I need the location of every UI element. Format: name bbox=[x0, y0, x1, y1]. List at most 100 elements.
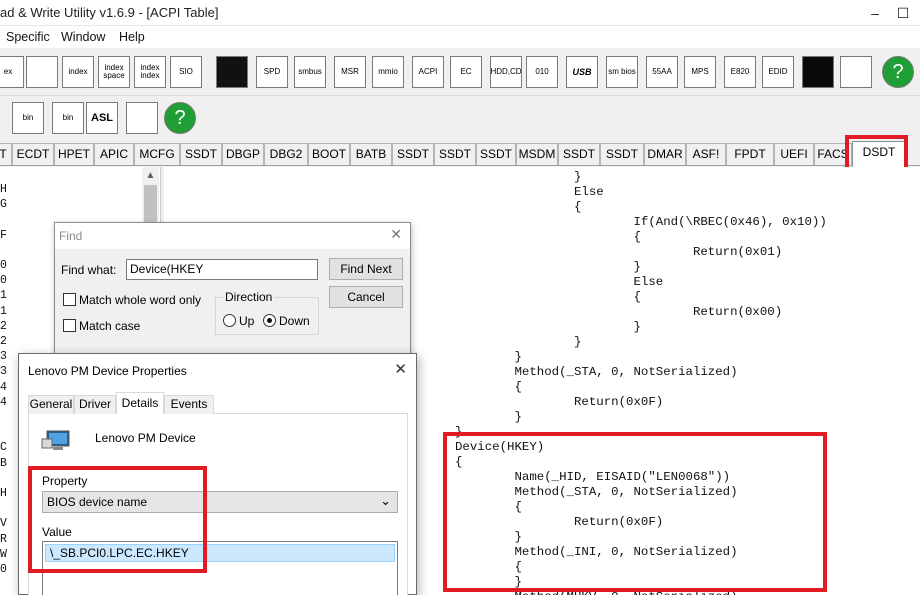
msr-icon[interactable]: MSR bbox=[334, 56, 366, 88]
table-list-item[interactable]: F bbox=[0, 229, 7, 242]
e820-icon[interactable]: E820 bbox=[724, 56, 756, 88]
waveform-icon[interactable] bbox=[216, 56, 248, 88]
menu-window[interactable]: Window bbox=[61, 30, 105, 44]
table-list-item[interactable]: 3 bbox=[0, 350, 7, 363]
tab-details[interactable]: Details bbox=[116, 392, 164, 415]
match-whole-word-checkbox[interactable] bbox=[63, 293, 76, 306]
tab-dmar-16[interactable]: DMAR bbox=[644, 143, 686, 165]
properties-close-icon[interactable]: ✕ bbox=[394, 360, 407, 378]
memory-caption: ex bbox=[3, 67, 13, 76]
table-list-item[interactable]: 2 bbox=[0, 335, 7, 348]
index-space-icon[interactable]: index space bbox=[98, 56, 130, 88]
tab-ssdt-12[interactable]: SSDT bbox=[476, 143, 516, 165]
help-icon[interactable]: ? bbox=[164, 102, 196, 134]
memory-icon[interactable]: ex bbox=[0, 56, 24, 88]
smbios-icon[interactable]: sm bios bbox=[606, 56, 638, 88]
binoculars-icon[interactable] bbox=[126, 102, 158, 134]
find-close-icon[interactable]: ✕ bbox=[390, 226, 402, 243]
table-list-item[interactable]: H bbox=[0, 183, 7, 196]
table-list-item[interactable]: 4 bbox=[0, 381, 7, 394]
tab-ssdt-5[interactable]: SSDT bbox=[180, 143, 222, 165]
table-list-item[interactable]: W bbox=[0, 548, 7, 561]
menu-help[interactable]: Help bbox=[119, 30, 145, 44]
e820-caption: E820 bbox=[730, 67, 750, 76]
table-list-item[interactable]: C bbox=[0, 441, 7, 454]
table-list-item[interactable]: V bbox=[0, 517, 7, 530]
switch-icon[interactable] bbox=[840, 56, 872, 88]
tab-mcfg-4[interactable]: MCFG bbox=[134, 143, 180, 165]
tab-events[interactable]: Events bbox=[164, 395, 214, 414]
table-list-item[interactable]: 0 bbox=[0, 259, 7, 272]
tab-ecdt-1[interactable]: ECDT bbox=[12, 143, 54, 165]
tab-dbgp-6[interactable]: DBGP bbox=[222, 143, 264, 165]
edid-icon[interactable]: EDID bbox=[762, 56, 794, 88]
tab-fpdt-18[interactable]: FPDT bbox=[726, 143, 774, 165]
tab-apic-3[interactable]: APIC bbox=[94, 143, 134, 165]
tab-facs-20[interactable]: FACS bbox=[814, 143, 852, 165]
index-icon[interactable]: index index bbox=[134, 56, 166, 88]
bin-save-icon[interactable]: bin bbox=[12, 102, 44, 134]
table-list-item[interactable]: 2 bbox=[0, 320, 7, 333]
ec-icon[interactable]: EC bbox=[450, 56, 482, 88]
tab-t-0[interactable]: T bbox=[0, 143, 12, 165]
55aa-icon[interactable]: 55AA bbox=[646, 56, 678, 88]
tab-ssdt-11[interactable]: SSDT bbox=[434, 143, 476, 165]
value-list-item[interactable]: \_SB.PCI0.LPC.EC.HKEY bbox=[45, 544, 395, 562]
code-line: } bbox=[455, 425, 463, 439]
mps-icon[interactable]: MPS bbox=[684, 56, 716, 88]
index-icon[interactable]: index bbox=[62, 56, 94, 88]
mmio-icon[interactable]: mmio bbox=[372, 56, 404, 88]
tab-driver[interactable]: Driver bbox=[74, 395, 116, 414]
tab-boot-8[interactable]: BOOT bbox=[308, 143, 350, 165]
table-list-item[interactable]: R bbox=[0, 533, 7, 546]
tab-ssdt-14[interactable]: SSDT bbox=[558, 143, 600, 165]
table-list-item[interactable]: 0 bbox=[0, 274, 7, 287]
hdd-caption: HDD,CD bbox=[490, 67, 522, 76]
bin-save-caption: bin bbox=[22, 113, 34, 122]
spd-icon[interactable]: SPD bbox=[256, 56, 288, 88]
memory-module-icon[interactable] bbox=[26, 56, 58, 88]
asl-icon[interactable]: ASL bbox=[86, 102, 118, 134]
table-list-item[interactable]: 1 bbox=[0, 305, 7, 318]
tab-uefi-19[interactable]: UEFI bbox=[774, 143, 814, 165]
acpi-icon[interactable]: ACPI bbox=[412, 56, 444, 88]
tab-general[interactable]: General bbox=[28, 395, 74, 414]
table-list-item[interactable]: 4 bbox=[0, 396, 7, 409]
match-case-checkbox[interactable] bbox=[63, 319, 76, 332]
smbus-icon[interactable]: smbus bbox=[294, 56, 326, 88]
terminal-icon[interactable] bbox=[802, 56, 834, 88]
find-cancel-button[interactable]: Cancel bbox=[329, 286, 403, 308]
table-list-item[interactable]: 3 bbox=[0, 365, 7, 378]
direction-up-radio[interactable] bbox=[223, 314, 236, 327]
usb-icon[interactable]: USB bbox=[566, 56, 598, 88]
property-select[interactable]: BIOS device name ⌄ bbox=[42, 491, 398, 513]
disk-icon[interactable]: 010 bbox=[526, 56, 558, 88]
hdd-icon[interactable]: HDD,CD bbox=[490, 56, 522, 88]
tab-batb-9[interactable]: BATB bbox=[350, 143, 392, 165]
maximize-button[interactable]: ☐ bbox=[880, 0, 920, 26]
spd-caption: SPD bbox=[263, 67, 281, 76]
direction-down-radio[interactable] bbox=[263, 314, 276, 327]
tab-asf-17[interactable]: ASF! bbox=[686, 143, 726, 165]
table-list-item[interactable]: 0 bbox=[0, 563, 7, 576]
find-next-button[interactable]: Find Next bbox=[329, 258, 403, 280]
tab-ssdt-15[interactable]: SSDT bbox=[600, 143, 644, 165]
help-icon[interactable]: ? bbox=[882, 56, 914, 88]
value-list[interactable]: \_SB.PCI0.LPC.EC.HKEY bbox=[42, 541, 398, 595]
table-list-item[interactable]: H bbox=[0, 487, 7, 500]
tab-dbg2-7[interactable]: DBG2 bbox=[264, 143, 308, 165]
find-what-input[interactable]: Device(HKEY bbox=[126, 259, 318, 280]
menu-specific[interactable]: Specific bbox=[6, 30, 50, 44]
mmio-caption: mmio bbox=[378, 67, 398, 76]
bin-open-icon[interactable]: bin bbox=[52, 102, 84, 134]
tab-dsdt-21[interactable]: DSDT bbox=[852, 141, 906, 167]
sio-caption: SIO bbox=[179, 67, 193, 76]
tab-ssdt-10[interactable]: SSDT bbox=[392, 143, 434, 165]
scroll-up-icon[interactable]: ▲ bbox=[142, 167, 159, 184]
table-list-item[interactable]: 1 bbox=[0, 289, 7, 302]
sio-icon[interactable]: SIO bbox=[170, 56, 202, 88]
table-list-item[interactable]: G bbox=[0, 198, 7, 211]
tab-hpet-2[interactable]: HPET bbox=[54, 143, 94, 165]
table-list-item[interactable]: B bbox=[0, 457, 7, 470]
tab-msdm-13[interactable]: MSDM bbox=[516, 143, 558, 165]
